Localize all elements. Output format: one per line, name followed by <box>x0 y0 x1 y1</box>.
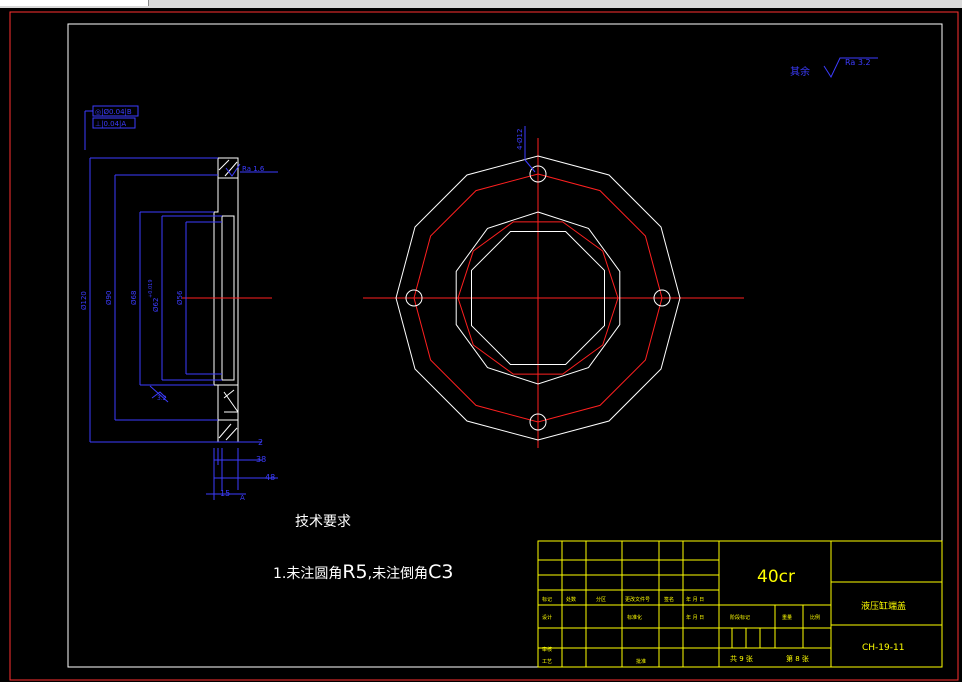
note-mid: ,未注倒角 <box>368 566 428 582</box>
dim-phi90: Ø90 <box>105 291 113 305</box>
note-c3: C3 <box>428 561 453 583</box>
dim-2: 2 <box>258 438 263 447</box>
dim-phi120: Ø120 <box>80 291 88 310</box>
section-label-a: A <box>240 494 245 502</box>
dim-phi56: Ø56 <box>176 290 184 305</box>
tb-cell-count: 处数 <box>566 596 576 603</box>
ra-1-6-label: Ra 1.6 <box>242 165 265 173</box>
tech-title: 技术要求 <box>295 514 351 530</box>
ra-small-label: 3.2 <box>157 395 167 402</box>
tb-cell-zone: 分区 <box>596 596 606 603</box>
surface-ra-value: Ra 3.2 <box>845 58 871 67</box>
surface-finish-note: 其余 Ra 3.2 <box>790 57 878 79</box>
tb-cell-std: 标准化 <box>627 614 642 621</box>
dim-phi68: Ø68 <box>130 291 138 305</box>
tb-cell-date2: 年 月 日 <box>686 614 704 621</box>
material-label: 40cr <box>757 567 795 587</box>
tb-cell-review: 审核 <box>542 646 552 653</box>
outer-frame <box>9 11 959 681</box>
gdt-frame-1: ◎|Ø0.04|B <box>95 108 132 116</box>
gdt-frame-2: ⊥|0.04|A <box>95 120 126 128</box>
sheet-total: 共 9 张 <box>730 654 753 663</box>
sheet-number: 第 8 张 <box>786 654 809 663</box>
dim-phi62-tol: +0.019 <box>148 279 154 298</box>
tb-cell-mark: 标记 <box>542 596 552 603</box>
note-prefix: 1.未注圆角 <box>273 566 342 582</box>
dim-48: 48 <box>265 473 275 482</box>
side-section-view: ◎|Ø0.04|B ⊥|0.04|A Ø120 Ø90 Ø68 Ø62 +0.0… <box>80 105 278 502</box>
dim-38: 38 <box>256 455 266 464</box>
tb-cell-date: 年 月 日 <box>686 596 704 603</box>
drawing-number: CH-19-11 <box>862 643 904 653</box>
inner-frame <box>67 23 943 668</box>
tb-cell-weight: 重量 <box>782 614 792 621</box>
front-view: 4-Ø12 <box>363 126 744 448</box>
note-r5: R5 <box>342 561 367 583</box>
hole-dimension: 4-Ø12 <box>516 129 524 150</box>
technical-requirements: 技术要求 1.未注圆角R5,未注倒角C3 <box>273 514 453 583</box>
cad-drawing-canvas[interactable]: 其余 Ra 3.2 ◎|Ø0.04|B ⊥|0.04|A Ø120 Ø90 Ø6… <box>0 0 962 682</box>
surface-note-text: 其余 <box>790 65 810 78</box>
tb-cell-design: 设计 <box>542 614 552 621</box>
dim-15: 15 <box>220 489 230 498</box>
tb-cell-approve: 批准 <box>636 658 646 665</box>
part-name: 液压缸端盖 <box>861 600 906 612</box>
tb-cell-scale: 比例 <box>810 614 820 621</box>
svg-text:1.未注圆角R5,未注倒角C3: 1.未注圆角R5,未注倒角C3 <box>273 561 453 583</box>
dim-phi62: Ø62 <box>152 298 160 312</box>
tb-cell-process: 工艺 <box>542 659 552 665</box>
tb-cell-sign: 签名 <box>664 596 674 603</box>
tb-cell-stage: 阶段标记 <box>730 614 750 621</box>
tb-cell-change: 更改文件号 <box>625 596 650 603</box>
